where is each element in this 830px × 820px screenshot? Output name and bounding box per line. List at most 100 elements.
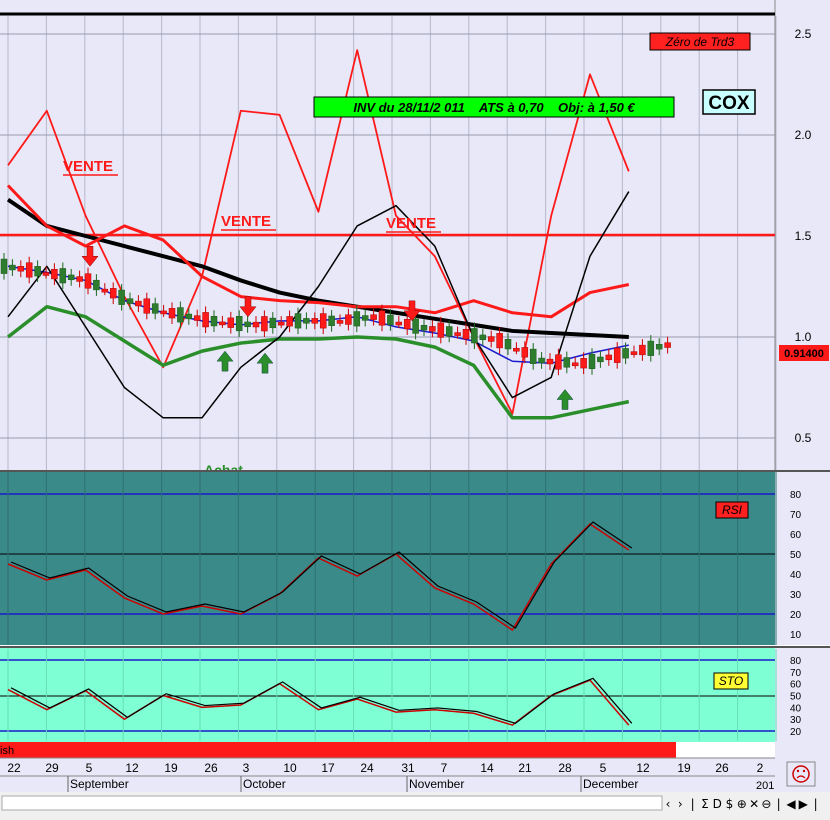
trend-bar: ish: [0, 742, 676, 758]
day-tick-label: 5: [86, 761, 93, 775]
candle-body: [51, 269, 58, 280]
chart-canvas[interactable]: 2.52.01.51.00.5 VENTE VENTE VENTE Achat …: [0, 0, 830, 820]
candle-body: [168, 308, 176, 319]
candle-body: [269, 317, 277, 329]
candle-body: [655, 344, 663, 350]
candle-body: [546, 358, 554, 365]
day-tick-label: 28: [558, 761, 572, 775]
candle-body: [639, 344, 646, 356]
sto-y-axis: 80706050403020: [790, 656, 802, 738]
candle-body: [118, 289, 125, 305]
bottom-toolbar[interactable]: ‹ › | Σ D $ ⊕ ✕ ⊖ | ◀ ▶ |: [0, 792, 830, 820]
stock-chart-window: 2.52.01.51.00.5 VENTE VENTE VENTE Achat …: [0, 0, 830, 820]
vente-text: VENTE: [386, 215, 436, 232]
candle-body: [378, 310, 386, 326]
candle-body: [303, 318, 310, 324]
toolbar-button[interactable]: ✕: [749, 797, 759, 811]
candle-body: [538, 357, 545, 364]
candle-body: [370, 314, 377, 320]
rsi-tick-label: 50: [790, 550, 802, 561]
day-tick-label: 26: [204, 761, 218, 775]
candle-body: [563, 357, 571, 368]
candle-body: [76, 276, 83, 282]
candle-body: [630, 351, 638, 355]
candle-body: [286, 316, 293, 327]
vente-label-3: VENTE: [386, 215, 441, 233]
candle-body: [496, 333, 503, 349]
vente-text: VENTE: [221, 213, 271, 230]
vente-label-2: VENTE: [221, 213, 276, 231]
candle-body: [177, 307, 184, 323]
candle-body: [328, 315, 335, 326]
horizontal-scrollbar[interactable]: [1, 795, 663, 811]
price-gridlines: [7, 16, 777, 470]
candle-body: [664, 342, 671, 348]
sto-panel[interactable]: 80706050403020 STO: [0, 646, 830, 742]
month-label: November: [409, 777, 464, 791]
candle-body: [462, 328, 470, 340]
candle-body: [345, 314, 352, 325]
price-tick-label: 0.5: [795, 431, 812, 445]
rsi-panel[interactable]: 80 70 60 50 40 30 20 10 RSI: [0, 470, 830, 645]
candle-body: [395, 321, 403, 326]
last-price-tag: 0.91400: [779, 345, 829, 361]
day-tick-label: 12: [636, 761, 650, 775]
toolbar-button[interactable]: Σ: [701, 797, 709, 811]
sto-tick-label: 50: [790, 692, 802, 703]
candle-body: [126, 298, 134, 304]
toolbar-button[interactable]: ◀: [786, 797, 796, 811]
candle-body: [336, 320, 344, 324]
day-tick-label: 3: [243, 761, 250, 775]
candle-body: [555, 354, 562, 370]
candle-body: [487, 336, 495, 342]
candle-body: [529, 348, 537, 364]
price-tick-label: 1.5: [795, 229, 812, 243]
price-tick-label: 1.0: [795, 330, 812, 344]
toolbar-button[interactable]: $: [726, 797, 734, 811]
candle-body: [25, 262, 33, 278]
toolbar-button[interactable]: ›: [678, 797, 683, 811]
toolbar-button[interactable]: |: [691, 797, 695, 811]
toolbar-button[interactable]: ⊕: [737, 797, 747, 811]
candle-body: [193, 315, 201, 321]
vente-label-1: VENTE: [63, 158, 118, 176]
rsi-tick-label: 70: [790, 510, 802, 521]
toolbar-button[interactable]: ‹: [666, 797, 671, 811]
sto-label-text: STO: [719, 674, 743, 688]
sto-tick-label: 20: [790, 727, 802, 738]
price-panel[interactable]: 2.52.01.51.00.5 VENTE VENTE VENTE Achat …: [0, 0, 830, 478]
toolbar-button[interactable]: |: [814, 797, 818, 811]
candle-body: [513, 347, 520, 352]
sto-panel-background: [0, 648, 775, 742]
candle-body: [580, 358, 587, 369]
candle-body: [319, 313, 327, 329]
candle-body: [571, 362, 579, 367]
day-tick-label: 19: [164, 761, 178, 775]
candle-body: [0, 258, 8, 274]
toolbar-button[interactable]: ▶: [799, 797, 809, 811]
investment-note-text: INV du 28/11/2 011 ATS à 0,70 Obj: à 1,5…: [353, 100, 635, 115]
candle-body: [387, 314, 394, 326]
rsi-axis-background: [775, 471, 830, 645]
candle-body: [67, 274, 75, 281]
candle-body: [135, 300, 142, 307]
candle-body: [143, 298, 151, 314]
candle-body: [244, 321, 251, 328]
sto-tick-label: 80: [790, 656, 802, 667]
rsi-tick-label: 10: [790, 630, 802, 641]
candle-body: [412, 318, 419, 334]
candle-body: [420, 324, 428, 331]
candle-body: [227, 317, 235, 328]
toolbar-button[interactable]: |: [777, 797, 781, 811]
toolbar-button[interactable]: ⊖: [761, 797, 771, 811]
toolbar-button[interactable]: D: [713, 797, 722, 811]
candle-body: [597, 356, 604, 363]
rsi-tick-label: 20: [790, 610, 802, 621]
day-tick-label: 19: [677, 761, 691, 775]
candle-body: [471, 328, 478, 344]
candle-body: [521, 347, 529, 358]
day-tick-label: 2: [757, 761, 764, 775]
day-tick-label: 26: [715, 761, 729, 775]
sad-face-icon[interactable]: [786, 761, 816, 787]
sto-axis-background: [775, 648, 830, 742]
